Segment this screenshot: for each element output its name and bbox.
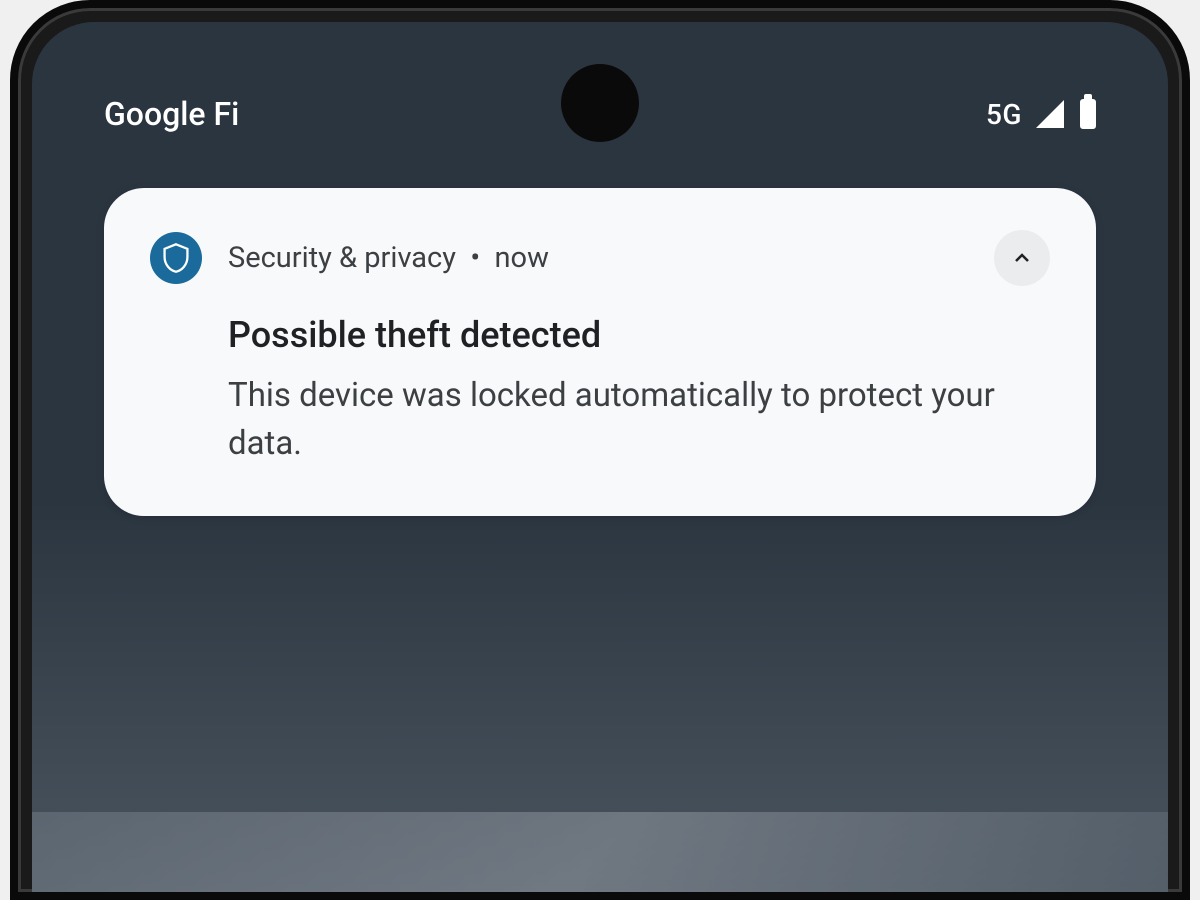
status-bar: Google Fi 5G (32, 84, 1168, 144)
notification-header: Security & privacy • now (150, 230, 1050, 286)
chevron-up-icon (1010, 246, 1034, 270)
notification-text: This device was locked automatically to … (228, 372, 1050, 468)
wallpaper-gradient (32, 812, 1168, 892)
notification-card[interactable]: Security & privacy • now Possible theft … (104, 188, 1096, 516)
shield-icon (150, 232, 202, 284)
notification-source: Security & privacy • now (228, 241, 968, 275)
signal-icon (1036, 100, 1064, 128)
carrier-label: Google Fi (104, 95, 986, 133)
separator: • (470, 241, 480, 275)
app-name: Security & privacy (228, 241, 456, 275)
notification-body: Possible theft detected This device was … (150, 314, 1050, 468)
network-type-label: 5G (986, 98, 1022, 131)
battery-icon (1080, 99, 1096, 129)
notification-title: Possible theft detected (228, 314, 1050, 356)
notification-time: now (495, 241, 549, 275)
phone-frame: Google Fi 5G Security & privacy • now (10, 0, 1190, 900)
phone-screen: Google Fi 5G Security & privacy • now (32, 22, 1168, 892)
status-indicators: 5G (986, 98, 1096, 131)
collapse-button[interactable] (994, 230, 1050, 286)
